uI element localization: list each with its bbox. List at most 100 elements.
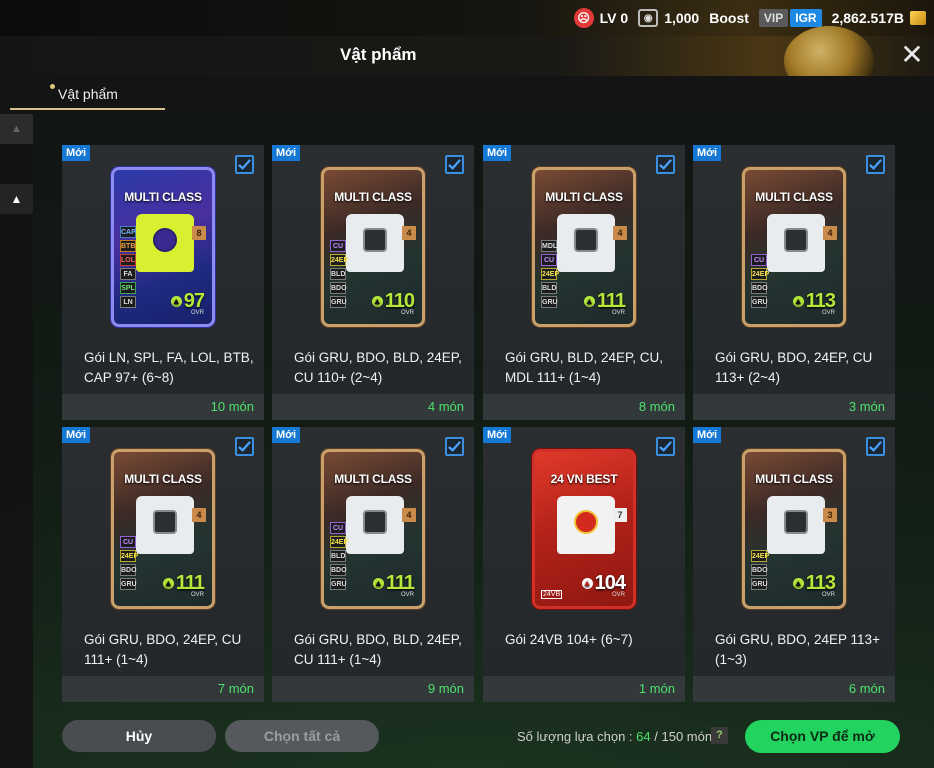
- item-count: 8 món: [638, 399, 675, 414]
- class-tag: GRU: [751, 578, 768, 590]
- pack-card-image: MULTI CLASS 8 CAP BTB LOL FA SPL LN ▲ 97 OVR: [111, 167, 215, 327]
- ovr-block: ▲ 97 OVR: [170, 290, 205, 316]
- jersey-icon: [767, 214, 825, 272]
- item-footer: 6 món: [693, 676, 895, 702]
- ovr-value: 111: [385, 572, 415, 594]
- item-panel: Mới MULTI CLASS 8 CAP BTB LOL FA SPL LN ▲ 97 OVR Gói…: [33, 112, 934, 768]
- tab-items[interactable]: Vật phẩm: [10, 76, 165, 110]
- jersey-icon: [136, 496, 194, 554]
- class-tag: 24EP: [751, 550, 769, 562]
- item-card[interactable]: Mới MULTI CLASS 4 CU 24EP BDO GRU ▲ 111 OVR Gói GR…: [62, 427, 264, 702]
- pack-title: MULTI CLASS: [755, 190, 833, 204]
- rank-stat: ◉ 1,000: [638, 9, 699, 27]
- window-header: Vật phẩm ✕: [0, 26, 934, 96]
- class-tag: BDO: [330, 564, 347, 576]
- jersey-number: 4: [823, 226, 837, 240]
- new-dot-icon: [50, 84, 55, 89]
- checkmark-icon: [869, 441, 882, 452]
- class-list: CU 24EP BDO GRU: [751, 254, 769, 308]
- level-text: LV 0: [599, 10, 629, 26]
- item-count: 4 món: [427, 399, 464, 414]
- item-checkbox[interactable]: [235, 155, 254, 174]
- item-card[interactable]: Mới MULTI CLASS 3 24EP BDO GRU ▲ 113 OVR Gói GRU,…: [693, 427, 895, 702]
- ovr-block: ▲ 110 OVR: [371, 290, 415, 316]
- item-checkbox[interactable]: [445, 155, 464, 174]
- pack-title: MULTI CLASS: [755, 472, 833, 486]
- pack-card-image: MULTI CLASS 4 CU 24EP BLD BDO GRU ▲ 110 OVR: [321, 167, 425, 327]
- item-name: Gói GRU, BDO, BLD, 24EP, CU 110+ (2~4): [294, 350, 462, 385]
- item-count: 3 món: [848, 399, 885, 414]
- item-footer: 3 món: [693, 394, 895, 420]
- class-list: CU 24EP BLD BDO GRU: [330, 240, 348, 308]
- new-badge: Mới: [483, 427, 512, 443]
- item-checkbox[interactable]: [445, 437, 464, 456]
- help-icon[interactable]: ?: [711, 727, 728, 744]
- checkmark-icon: [238, 159, 251, 170]
- vip-tag: VIP: [758, 9, 789, 27]
- pack-title: MULTI CLASS: [545, 190, 623, 204]
- pack-card-image: MULTI CLASS 4 CU 24EP BLD BDO GRU ▲ 111 OVR: [321, 449, 425, 609]
- jersey-number: 4: [613, 226, 627, 240]
- item-checkbox[interactable]: [656, 437, 675, 456]
- item-footer: 8 món: [483, 394, 685, 420]
- item-card[interactable]: Mới MULTI CLASS 4 MDL CU 24EP BLD GRU ▲ 111 OVR Gói…: [483, 145, 685, 420]
- item-checkbox[interactable]: [866, 155, 885, 174]
- emblem-icon: [784, 510, 808, 534]
- class-tag: CU: [120, 536, 136, 548]
- cancel-button[interactable]: Hủy: [62, 720, 216, 752]
- class-tag: BLD: [541, 282, 557, 294]
- class-tag: CU: [541, 254, 557, 266]
- item-card[interactable]: Mới MULTI CLASS 8 CAP BTB LOL FA SPL LN ▲ 97 OVR Gói…: [62, 145, 264, 420]
- item-count: 7 món: [217, 681, 254, 696]
- checkmark-icon: [238, 441, 251, 452]
- currency-stat[interactable]: 2,862.517B: [832, 10, 926, 26]
- tab-label: Vật phẩm: [58, 86, 118, 102]
- item-card[interactable]: Mới 24 VN BEST 7 24VB ▲ 104 OVR Gói 24VB 104+ (…: [483, 427, 685, 702]
- emblem-icon: [363, 228, 387, 252]
- new-badge: Mới: [272, 145, 301, 161]
- class-tag: CU: [330, 240, 346, 252]
- level-stat: ☹ LV 0: [573, 8, 629, 28]
- item-card[interactable]: Mới MULTI CLASS 4 CU 24EP BLD BDO GRU ▲ 110 OVR Gói…: [272, 145, 474, 420]
- selected-count: 64: [636, 729, 651, 744]
- class-tag: FA: [120, 268, 136, 280]
- item-checkbox[interactable]: [866, 437, 885, 456]
- ovr-block: ▲ 111 OVR: [583, 290, 626, 316]
- upgrade-arrow-icon: ▲: [170, 296, 182, 308]
- scroll-up-disabled-icon: ▲: [0, 114, 33, 144]
- class-tag: 24EP: [330, 254, 348, 266]
- close-icon[interactable]: ✕: [898, 41, 926, 70]
- item-card[interactable]: Mới MULTI CLASS 4 CU 24EP BDO GRU ▲ 113 OVR Gói GR…: [693, 145, 895, 420]
- class-tag: 24EP: [120, 550, 138, 562]
- pack-card-image: MULTI CLASS 4 CU 24EP BDO GRU ▲ 111 OVR: [111, 449, 215, 609]
- boost-label[interactable]: Boost: [709, 10, 749, 26]
- pack-card-image: 24 VN BEST 7 24VB ▲ 104 OVR: [532, 449, 636, 609]
- item-footer: 1 món: [483, 676, 685, 702]
- class-tag: LOL: [120, 254, 136, 266]
- emblem-icon: [153, 228, 177, 252]
- level-face-icon: ☹: [573, 8, 594, 28]
- ovr-value: 110: [384, 290, 415, 312]
- upgrade-arrow-icon: ▲: [371, 296, 383, 308]
- emblem-icon: [574, 228, 598, 252]
- item-checkbox[interactable]: [235, 437, 254, 456]
- collapse-up-icon[interactable]: ▲: [0, 184, 33, 214]
- pack-card-image: MULTI CLASS 4 MDL CU 24EP BLD GRU ▲ 111 OVR: [532, 167, 636, 327]
- checkmark-icon: [659, 441, 672, 452]
- jersey-number: 7: [613, 508, 627, 522]
- class-tag: BTB: [120, 240, 136, 252]
- class-list: CU 24EP BLD BDO GRU: [330, 522, 348, 590]
- open-selected-button[interactable]: Chọn VP để mở: [745, 720, 900, 753]
- ovr-block: ▲ 111 OVR: [372, 572, 415, 598]
- ovr-value: 111: [596, 290, 626, 312]
- jersey-icon: [557, 496, 615, 554]
- item-checkbox[interactable]: [656, 155, 675, 174]
- class-tag: BLD: [330, 268, 346, 280]
- new-badge: Mới: [62, 427, 91, 443]
- upgrade-arrow-icon: ▲: [372, 578, 384, 590]
- select-all-button[interactable]: Chọn tất cả: [225, 720, 379, 752]
- class-list: 24EP BDO GRU: [751, 550, 769, 590]
- jersey-icon: [346, 214, 404, 272]
- emblem-icon: [153, 510, 177, 534]
- item-card[interactable]: Mới MULTI CLASS 4 CU 24EP BLD BDO GRU ▲ 111 OVR Gói…: [272, 427, 474, 702]
